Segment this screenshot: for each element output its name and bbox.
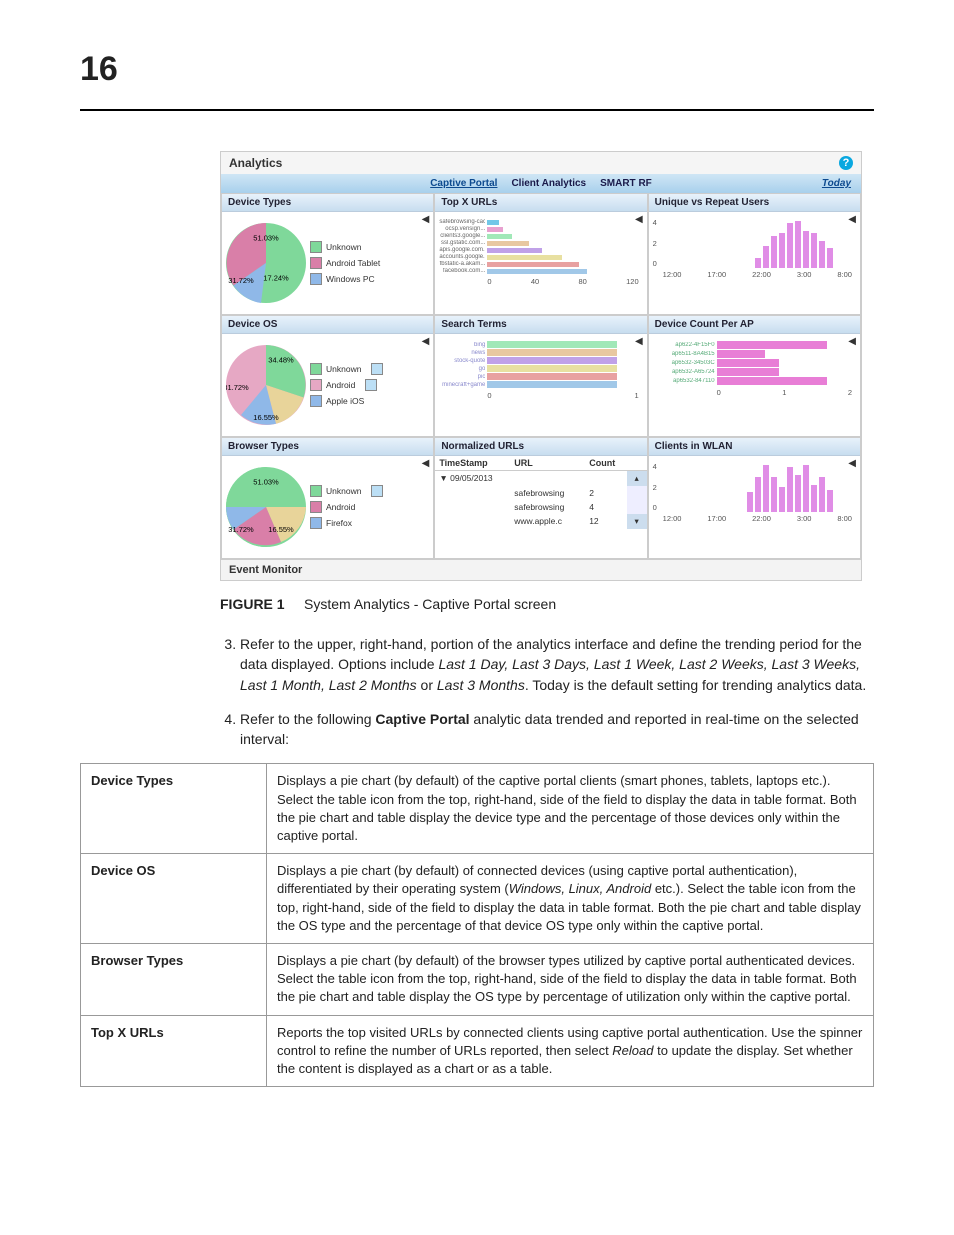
panel-search-terms: Search Terms ◀ bing news stock-quote go …	[434, 315, 647, 437]
legend-label: Unknown	[326, 364, 361, 374]
term-top-x-urls: Top X URLs	[81, 1015, 267, 1087]
scroll-down-icon[interactable]: ▾	[627, 514, 647, 529]
panel-header: Browser Types	[222, 438, 433, 456]
device-os-pie: 34.48% 31.72% 16.55%	[226, 345, 306, 425]
step-4: Refer to the following Captive Portal an…	[240, 709, 874, 750]
svg-text:51.03%: 51.03%	[253, 234, 279, 243]
panel-header: Clients in WLAN	[649, 438, 860, 456]
panel-header: Device Types	[222, 194, 433, 212]
legend-label: Firefox	[326, 518, 352, 528]
view-toggle-icon[interactable]: ◀	[422, 214, 430, 225]
legend-label: Apple iOS	[326, 396, 364, 406]
panel-header: Unique vs Repeat Users	[649, 194, 860, 212]
table-icon[interactable]	[371, 485, 383, 497]
term-device-os: Device OS	[81, 854, 267, 944]
legend-label: Unknown	[326, 486, 361, 496]
panel-header: Top X URLs	[435, 194, 646, 212]
panel-device-os: Device OS ◀ 34.48% 31.72% 16.55% Unknown	[221, 315, 434, 437]
table-row: Device OS Displays a pie chart (by defau…	[81, 854, 874, 944]
panel-device-count-per-ap: Device Count Per AP ◀ ap622-4F15F0 ap651…	[648, 315, 861, 437]
scroll-up-icon[interactable]: ▴	[627, 471, 647, 486]
period-selector-today[interactable]: Today	[822, 178, 851, 189]
svg-text:17.24%: 17.24%	[263, 274, 289, 283]
panel-top-x-urls: Top X URLs ◀ safebrowsing-cac... ocsp.ve…	[434, 193, 647, 315]
figure-caption: FIGURE 1 System Analytics - Captive Port…	[220, 596, 874, 612]
table-row: Browser Types Displays a pie chart (by d…	[81, 943, 874, 1015]
term-device-types: Device Types	[81, 764, 267, 854]
view-toggle-icon[interactable]: ◀	[635, 336, 643, 347]
panel-browser-types: Browser Types ◀ 51.03% 31.72% 16.55%	[221, 437, 434, 559]
table-row: Device Types Displays a pie chart (by de…	[81, 764, 874, 854]
svg-text:16.55%: 16.55%	[268, 525, 294, 534]
help-icon[interactable]: ?	[839, 156, 853, 170]
table-icon[interactable]	[365, 379, 377, 391]
page-number: 16	[80, 50, 874, 89]
tab-captive-portal[interactable]: Captive Portal	[430, 178, 497, 189]
legend-label: Unknown	[326, 242, 361, 252]
panel-header: Device OS	[222, 316, 433, 334]
instruction-steps: Refer to the upper, right-hand, portion …	[220, 634, 874, 749]
panel-device-types: Device Types ◀ 51.03% 17.24% 31.72% Unkn…	[221, 193, 434, 315]
table-icon[interactable]	[371, 363, 383, 375]
panel-clients-in-wlan: Clients in WLAN ◀ 420	[648, 437, 861, 559]
panel-header: Device Count Per AP	[649, 316, 860, 334]
panel-header: Normalized URLs	[435, 438, 646, 456]
figure-text: System Analytics - Captive Portal screen	[304, 596, 556, 612]
tab-client-analytics[interactable]: Client Analytics	[511, 178, 586, 189]
timestamp-cell[interactable]: ▼ 09/05/2013	[435, 471, 510, 486]
desc-browser-types: Displays a pie chart (by default) of the…	[267, 943, 874, 1015]
svg-text:51.03%: 51.03%	[253, 478, 279, 487]
view-toggle-icon[interactable]: ◀	[848, 336, 856, 347]
panel-unique-vs-repeat: Unique vs Repeat Users ◀ 420	[648, 193, 861, 315]
analytics-screenshot: Analytics ? Captive Portal Client Analyt…	[220, 151, 862, 581]
view-toggle-icon[interactable]: ◀	[848, 458, 856, 469]
legend-label: Android Tablet	[326, 258, 380, 268]
desc-top-x-urls: Reports the top visited URLs by connecte…	[267, 1015, 874, 1087]
table-row: Top X URLs Reports the top visited URLs …	[81, 1015, 874, 1087]
legend-label: Windows PC	[326, 274, 375, 284]
term-browser-types: Browser Types	[81, 943, 267, 1015]
event-monitor-bar[interactable]: Event Monitor	[221, 559, 861, 580]
view-toggle-icon[interactable]: ◀	[422, 336, 430, 347]
analytics-tabs: Captive Portal Client Analytics SMART RF…	[221, 174, 861, 193]
header-rule	[80, 109, 874, 111]
col-url[interactable]: URL	[510, 456, 585, 470]
panel-normalized-urls: Normalized URLs TimeStamp URL Count ▼ 09…	[434, 437, 647, 559]
device-types-pie: 51.03% 17.24% 31.72%	[226, 223, 306, 303]
svg-text:31.72%: 31.72%	[228, 525, 254, 534]
legend-label: Android	[326, 380, 355, 390]
panel-header: Search Terms	[435, 316, 646, 334]
view-toggle-icon[interactable]: ◀	[848, 214, 856, 225]
svg-text:31.72%: 31.72%	[228, 276, 254, 285]
definition-table: Device Types Displays a pie chart (by de…	[80, 763, 874, 1087]
svg-text:34.48%: 34.48%	[268, 356, 294, 365]
browser-types-pie: 51.03% 31.72% 16.55%	[226, 467, 306, 547]
svg-text:16.55%: 16.55%	[253, 413, 279, 422]
step-3: Refer to the upper, right-hand, portion …	[240, 634, 874, 695]
legend-label: Android	[326, 502, 355, 512]
analytics-window-title: Analytics ?	[221, 152, 861, 174]
svg-text:31.72%: 31.72%	[226, 383, 249, 392]
desc-device-os: Displays a pie chart (by default) of con…	[267, 854, 874, 944]
col-timestamp[interactable]: TimeStamp	[435, 456, 510, 470]
view-toggle-icon[interactable]: ◀	[635, 214, 643, 225]
col-count[interactable]: Count	[585, 456, 626, 470]
tab-smart-rf[interactable]: SMART RF	[600, 178, 652, 189]
desc-device-types: Displays a pie chart (by default) of the…	[267, 764, 874, 854]
view-toggle-icon[interactable]: ◀	[422, 458, 430, 469]
analytics-title-text: Analytics	[229, 156, 282, 170]
figure-label: FIGURE 1	[220, 596, 285, 612]
